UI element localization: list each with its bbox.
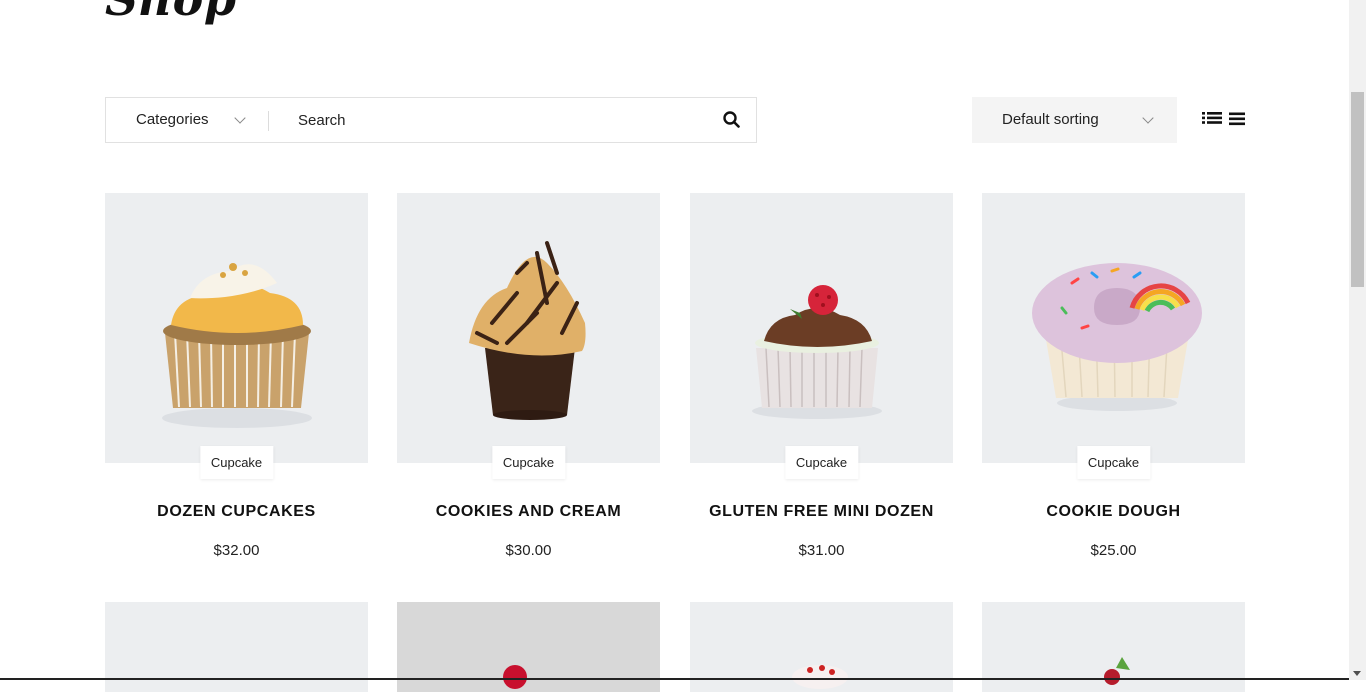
product-title[interactable]: GLUTEN FREE MINI DOZEN (690, 503, 953, 521)
chevron-down-icon (1142, 112, 1154, 124)
list-view-icon[interactable] (1202, 111, 1222, 127)
scrollbar-thumb[interactable] (1351, 92, 1364, 287)
product-price: $32.00 (213, 542, 260, 559)
chevron-down-icon (234, 112, 246, 124)
sort-dropdown[interactable]: Default sorting (972, 97, 1177, 143)
product-category-tag[interactable]: Cupcake (199, 446, 274, 479)
search-input[interactable] (286, 104, 730, 136)
categories-dropdown[interactable]: Categories (106, 98, 268, 142)
product-price: $31.00 (798, 542, 845, 559)
vertical-scrollbar[interactable] (1349, 0, 1366, 680)
product-price: $25.00 (1090, 542, 1137, 559)
divider (268, 111, 269, 131)
filter-bar: Categories (105, 97, 757, 143)
product-image-cookies-and-cream[interactable] (397, 193, 660, 463)
page-title: Shop (105, 0, 237, 26)
sort-label: Default sorting (1002, 111, 1099, 128)
product-title[interactable]: COOKIE DOUGH (982, 503, 1245, 521)
product-category-tag[interactable]: Cupcake (1076, 446, 1151, 479)
grid-view-icon[interactable] (1229, 112, 1245, 126)
product-price: $30.00 (505, 542, 552, 559)
scroll-down-arrow-icon[interactable] (1353, 671, 1361, 676)
product-image-gluten-free-mini-dozen[interactable] (690, 193, 953, 463)
product-title[interactable]: DOZEN CUPCAKES (105, 503, 368, 521)
search-icon[interactable] (722, 110, 742, 130)
product-category-tag[interactable]: Cupcake (491, 446, 566, 479)
product-title[interactable]: COOKIES AND CREAM (397, 503, 660, 521)
product-category-tag[interactable]: Cupcake (784, 446, 859, 479)
product-image-cookie-dough[interactable] (982, 193, 1245, 463)
categories-label: Categories (136, 111, 209, 128)
product-image-dozen-cupcakes[interactable] (105, 193, 368, 463)
